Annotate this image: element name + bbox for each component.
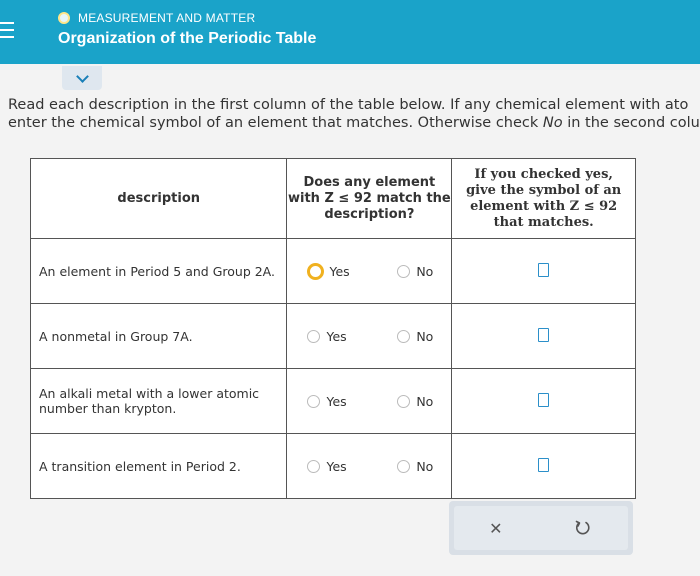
instructions-line-2-start: enter the chemical symbol of an element … (8, 115, 543, 131)
yes-no-cell: Yes No (286, 368, 453, 434)
no-option[interactable]: No (397, 264, 433, 279)
progress-dot-icon (58, 12, 70, 24)
symbol-cell (451, 433, 636, 499)
collapse-button[interactable] (62, 66, 102, 90)
no-option[interactable]: No (397, 394, 433, 409)
chevron-down-icon (75, 69, 89, 83)
yes-option[interactable]: Yes (307, 458, 347, 474)
yes-label: Yes (326, 393, 347, 409)
no-label: No (416, 458, 434, 474)
table-row: A nonmetal in Group 7A. Yes No (29, 303, 636, 369)
instructions-line-2-end: in the second colu (562, 115, 700, 131)
row-description: An element in Period 5 and Group 2A. (29, 238, 288, 304)
table-row: An element in Period 5 and Group 2A. Yes… (29, 238, 636, 304)
no-radio[interactable] (397, 329, 411, 343)
no-label: No (416, 328, 434, 344)
yes-label: Yes (326, 458, 347, 474)
yes-option[interactable]: Yes (307, 328, 347, 344)
yes-no-cell: Yes No (286, 433, 453, 499)
topic-label: MEASUREMENT AND MATTER (78, 11, 256, 25)
menu-icon[interactable] (0, 22, 14, 43)
yes-label: Yes (326, 328, 347, 344)
undo-icon[interactable] (573, 518, 593, 538)
yes-radio[interactable] (307, 459, 321, 473)
symbol-input[interactable] (538, 457, 550, 472)
yes-radio-selected[interactable] (307, 262, 325, 280)
no-radio[interactable] (397, 264, 411, 278)
yes-no-cell: Yes No (286, 238, 453, 304)
action-buttons: ✕ (454, 506, 628, 550)
header-symbol: If you checked yes, give the symbol of a… (451, 158, 636, 239)
instructions-text: Read each description in the first colum… (8, 96, 700, 132)
yes-radio[interactable] (307, 394, 321, 408)
top-bar: MEASUREMENT AND MATTER Organization of t… (0, 0, 700, 64)
symbol-cell (451, 238, 636, 304)
symbol-input[interactable] (538, 327, 550, 342)
no-label: No (416, 263, 434, 279)
yes-option[interactable]: Yes (307, 393, 347, 409)
row-description: A transition element in Period 2. (29, 433, 288, 499)
instructions-no-emphasis: No (542, 115, 563, 131)
header-any-element: Does any element with Z ≤ 92 match the d… (286, 158, 453, 239)
table-row: A transition element in Period 2. Yes No (29, 433, 636, 499)
yes-radio[interactable] (307, 329, 321, 343)
no-radio[interactable] (397, 459, 411, 473)
no-option[interactable]: No (397, 459, 433, 474)
instructions-line-2: enter the chemical symbol of an element … (8, 114, 700, 132)
symbol-input[interactable] (538, 262, 550, 277)
no-label: No (416, 393, 434, 409)
topic-row: MEASUREMENT AND MATTER (58, 11, 255, 25)
page-title: Organization of the Periodic Table (58, 30, 317, 47)
row-description: A nonmetal in Group 7A. (29, 303, 288, 369)
header-description: description (29, 158, 288, 239)
symbol-input[interactable] (538, 392, 550, 407)
table-header-row: description Does any element with Z ≤ 92… (29, 158, 636, 239)
yes-option[interactable]: Yes (307, 262, 350, 280)
yes-label: Yes (329, 263, 350, 279)
table-row: An alkali metal with a lower atomic numb… (29, 368, 636, 434)
question-table: description Does any element with Z ≤ 92… (29, 158, 636, 499)
symbol-cell (451, 368, 636, 434)
yes-no-cell: Yes No (286, 303, 453, 369)
no-radio[interactable] (397, 394, 411, 408)
action-panel: ✕ (449, 501, 633, 555)
x-icon[interactable]: ✕ (489, 519, 502, 538)
row-description: An alkali metal with a lower atomic numb… (29, 368, 288, 434)
no-option[interactable]: No (397, 329, 433, 344)
instructions-line-1: Read each description in the first colum… (8, 97, 689, 113)
symbol-cell (451, 303, 636, 369)
